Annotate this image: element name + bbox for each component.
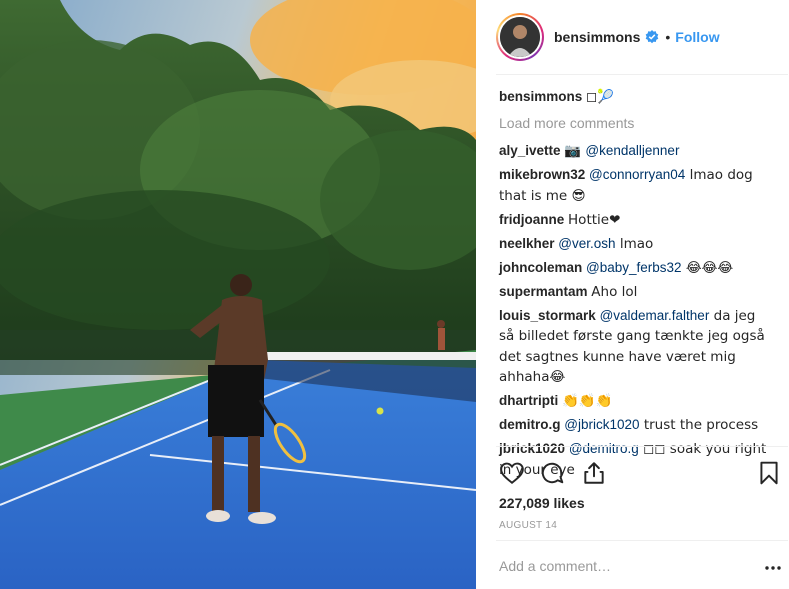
comment-text: 👏👏👏	[562, 393, 613, 409]
comment-row: mikebrown32 @connorryan04 lmao dog that …	[499, 165, 771, 206]
caption-text: ◻🎾	[586, 89, 615, 105]
comment-username[interactable]: demitro.g	[499, 417, 561, 432]
comment-username[interactable]: neelkher	[499, 236, 555, 251]
author-username[interactable]: bensimmons	[554, 29, 640, 45]
comment-mention[interactable]: @kendalljenner	[585, 143, 679, 158]
follow-button[interactable]: Follow	[675, 29, 719, 45]
comment-username[interactable]: fridjoanne	[499, 212, 564, 227]
comment-username[interactable]: louis_stormark	[499, 308, 596, 323]
comment-mention[interactable]: @ver.osh	[558, 236, 615, 251]
comment-text: 😂😂😂	[681, 259, 734, 276]
comment-username[interactable]: mikebrown32	[499, 167, 585, 182]
separator-dot: •	[665, 29, 671, 45]
comment-username[interactable]: johncoleman	[499, 260, 582, 275]
comment-bubble-icon[interactable]	[539, 460, 567, 488]
post-date[interactable]: AUGUST 14	[499, 520, 557, 531]
post-header: bensimmons • Follow	[476, 0, 789, 74]
comment-row: aly_ivette 📷 @kendalljenner	[499, 141, 771, 162]
more-options-icon[interactable]	[764, 560, 782, 570]
comment-mention[interactable]: @valdemar.falther	[600, 308, 710, 323]
comment-text: lmao	[615, 235, 654, 252]
tennis-court-photo	[0, 0, 476, 589]
comment-text: Hottie❤	[568, 211, 621, 228]
avatar-image	[500, 17, 540, 57]
comment-username[interactable]: supermantam	[499, 284, 588, 299]
post-actions	[499, 460, 784, 488]
header-divider	[496, 74, 788, 75]
comment-username[interactable]: aly_ivette	[499, 143, 561, 158]
comment-username[interactable]: jbrick1020	[499, 441, 565, 456]
comment-mention[interactable]: @baby_ferbs32	[586, 260, 682, 275]
comment-mention[interactable]: @jbrick1020	[564, 417, 639, 432]
caption: bensimmons ◻🎾	[499, 87, 771, 108]
post-details-panel: bensimmons • Follow bensimmons ◻🎾 Load m…	[476, 0, 789, 589]
verified-badge-icon	[645, 30, 659, 44]
share-icon[interactable]	[581, 460, 609, 488]
comment-divider	[496, 540, 788, 541]
heart-icon[interactable]	[499, 460, 527, 488]
comment-row: dhartripti 👏👏👏	[499, 391, 771, 412]
comment-row: fridjoanne Hottie❤	[499, 210, 771, 231]
comments-list: bensimmons ◻🎾 Load more comments aly_ive…	[499, 87, 771, 484]
caption-username[interactable]: bensimmons	[499, 89, 582, 104]
comment-row: demitro.g @jbrick1020 trust the process	[499, 415, 771, 436]
load-more-comments-button[interactable]: Load more comments	[499, 114, 771, 134]
avatar[interactable]	[496, 13, 544, 61]
post-photo[interactable]	[0, 0, 476, 589]
comment-mention[interactable]: @demitro.g	[569, 441, 639, 456]
likes-count[interactable]: 227,089 likes	[499, 495, 585, 511]
add-comment-input[interactable]	[499, 558, 739, 574]
bookmark-icon[interactable]	[756, 460, 784, 488]
comment-row: neelkher @ver.osh lmao	[499, 234, 771, 255]
comment-text: Aho lol	[591, 283, 638, 300]
comment-mention[interactable]: @connorryan04	[589, 167, 685, 182]
comment-text: 📷	[564, 143, 586, 159]
comment-username[interactable]: dhartripti	[499, 393, 558, 408]
comment-text: trust the process	[639, 417, 759, 433]
comment-row: johncoleman @baby_ferbs32 😂😂😂	[499, 258, 771, 279]
actions-divider	[496, 446, 788, 447]
comment-row: supermantam Aho lol	[499, 282, 771, 303]
comment-row: louis_stormark @valdemar.falther da jeg …	[499, 306, 771, 388]
